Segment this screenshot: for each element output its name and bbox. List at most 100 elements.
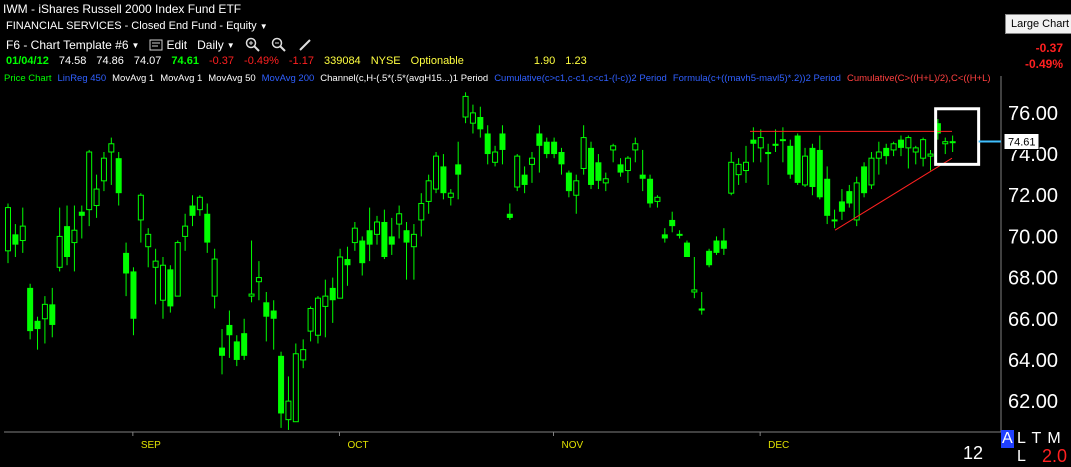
- candle-body-up: [920, 139, 927, 159]
- candle-body-up: [610, 145, 617, 151]
- candle-body-down: [27, 287, 34, 332]
- candle-body-up: [469, 112, 476, 124]
- candle-body-down: [816, 149, 823, 198]
- candle-body-down: [846, 191, 853, 204]
- candle-body-up: [351, 227, 358, 244]
- candle-body-up: [654, 196, 661, 202]
- candle-body-down: [49, 304, 56, 325]
- candle-body-down: [270, 310, 277, 319]
- candle-body-down: [765, 152, 772, 155]
- candle-body-down: [455, 164, 462, 175]
- candle-body-up: [5, 207, 11, 252]
- candle-body-up: [514, 155, 521, 188]
- candle-body-up: [86, 151, 93, 211]
- y-tick-label: 70.00: [1008, 226, 1058, 248]
- candle-body-down: [883, 147, 890, 157]
- candle-body-up: [462, 95, 469, 118]
- auto-scale-button[interactable]: A: [1001, 430, 1014, 448]
- y-tick-label: 62.00: [1008, 391, 1058, 413]
- y-tick-label: 72.00: [1008, 185, 1058, 207]
- candle-body-up: [337, 256, 344, 299]
- candle-body-down: [189, 205, 196, 216]
- candle-body-down: [720, 240, 727, 249]
- candle-body-up: [691, 289, 698, 293]
- candle-body-up: [853, 182, 860, 221]
- candle-body-up: [831, 219, 838, 222]
- candle-body-down: [809, 147, 816, 187]
- y-tick-label: 76.00: [1008, 103, 1058, 125]
- candle-body-up: [728, 161, 735, 194]
- candle-body-down: [204, 213, 211, 243]
- candle-body-down: [683, 242, 690, 257]
- candle-body-up: [573, 180, 580, 196]
- candle-body-down: [115, 158, 122, 194]
- candle-body-up: [418, 202, 425, 221]
- candle-body-down: [551, 141, 558, 155]
- candle-body-down: [226, 324, 233, 336]
- candle-body-down: [506, 213, 513, 218]
- candle-body-down: [543, 141, 550, 155]
- candle-body-down: [838, 201, 845, 212]
- candle-body-down: [167, 269, 174, 307]
- candle-body-up: [802, 155, 809, 186]
- candle-body-up: [292, 353, 299, 423]
- candle-body-up: [875, 151, 882, 159]
- candle-body-up: [447, 192, 454, 198]
- zoom-level: 2.0: [1042, 446, 1068, 466]
- candle-body-down: [130, 271, 137, 319]
- candle-body-up: [757, 137, 764, 149]
- candle-body-down: [713, 240, 720, 253]
- candle-body-down: [12, 234, 19, 245]
- x-month-label: OCT: [347, 440, 368, 451]
- candle-body-down: [772, 143, 779, 146]
- candle-body-up: [255, 277, 262, 283]
- candle-body-up: [905, 137, 912, 149]
- candle-body-down: [787, 145, 794, 175]
- candle-body-down: [241, 333, 248, 356]
- candle-body-up: [108, 143, 115, 153]
- x-month-label: DEC: [768, 440, 789, 451]
- y-tick-label: 66.00: [1008, 309, 1058, 331]
- candle-body-down: [565, 172, 572, 192]
- candle-body-down: [484, 133, 491, 155]
- candle-body-up: [927, 153, 934, 157]
- candle-body-up: [159, 264, 166, 301]
- candle-body-down: [824, 178, 831, 216]
- x-month-label: SEP: [141, 440, 161, 451]
- candle-body-down: [359, 240, 366, 264]
- candle-body-down: [750, 139, 757, 144]
- candle-body-down: [477, 117, 484, 130]
- candle-body-up: [137, 194, 144, 221]
- candle-body-down: [388, 236, 395, 245]
- candle-body-down: [366, 230, 373, 245]
- candle-body-down: [499, 133, 506, 150]
- candle-body-up: [145, 233, 152, 248]
- candle-body-up: [602, 178, 609, 184]
- candle-body-down: [263, 302, 270, 317]
- price-chart[interactable]: 76.0074.0072.0070.0068.0066.0064.0062.00…: [0, 0, 1071, 467]
- candle-body-up: [211, 258, 218, 297]
- candle-body-up: [196, 196, 203, 211]
- candle-body-down: [698, 308, 705, 311]
- trend-line: [834, 157, 953, 231]
- candle-body-up: [93, 188, 100, 207]
- candle-body-up: [580, 137, 587, 169]
- candle-body-up: [100, 157, 107, 182]
- candle-body-down: [329, 287, 336, 301]
- candle-body-up: [41, 303, 48, 320]
- candle-body-up: [71, 229, 78, 244]
- candle-body-up: [779, 139, 786, 142]
- candle-body-up: [56, 235, 63, 268]
- candle-body-down: [78, 211, 85, 216]
- candle-body-down: [661, 234, 668, 239]
- candle-body-down: [897, 139, 904, 148]
- candle-body-down: [521, 174, 528, 185]
- candle-body-down: [278, 355, 285, 414]
- candle-body-up: [743, 161, 749, 172]
- candle-body-down: [344, 259, 351, 266]
- highlight-box: [934, 107, 981, 166]
- candle-body-up: [433, 155, 440, 190]
- y-tick-label: 64.00: [1008, 350, 1058, 372]
- candle-body-down: [536, 133, 543, 146]
- candle-body-up: [528, 157, 535, 165]
